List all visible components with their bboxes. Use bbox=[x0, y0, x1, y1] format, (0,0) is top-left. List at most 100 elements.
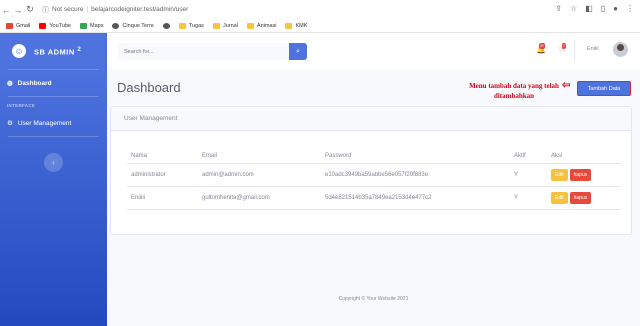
chevron-left-icon: ‹ bbox=[52, 158, 55, 167]
table-row: Eniiiii gultomhenita@gmail.com 5d4e82151… bbox=[127, 186, 620, 210]
not-secure-icon: ⓘ bbox=[42, 6, 49, 14]
bookmark-label: KMK bbox=[295, 22, 308, 29]
card-title: User Management bbox=[111, 107, 631, 131]
cell-password: e10adc3949ba59abbe56e057f20f883e bbox=[321, 163, 510, 187]
youtube-icon bbox=[39, 22, 47, 29]
table-header-row: Nama Email Password Aktif Aksi bbox=[127, 149, 620, 164]
cell-email: admin@admin.com bbox=[198, 163, 321, 187]
user-name[interactable]: Eniiii bbox=[587, 46, 599, 52]
cell-email: gultomhenita@gmail.com bbox=[198, 186, 321, 210]
add-data-button[interactable]: Tambah Data bbox=[577, 81, 631, 96]
profile-icon[interactable]: ● bbox=[613, 4, 618, 13]
cell-aktif: Y bbox=[510, 186, 547, 210]
cell-aktif: Y bbox=[510, 163, 547, 187]
sidebar-item-label: User Management bbox=[17, 119, 72, 127]
bookmark-jurnal[interactable]: Jurnal bbox=[212, 22, 238, 29]
brand-text: SB ADMIN 2 bbox=[34, 46, 81, 57]
column-header: Nama bbox=[127, 149, 198, 164]
sidebar-divider bbox=[8, 136, 99, 137]
sidebar-item-user-management[interactable]: ⚙ User Management bbox=[0, 110, 107, 136]
sidebar: ☺ SB ADMIN 2 ◍ Dashboard INTERFACE ⚙ Use… bbox=[0, 33, 107, 326]
bookmark-cinque-terre[interactable]: Cinque Terre bbox=[112, 22, 154, 29]
alerts-dropdown[interactable]: 🔔 3+ bbox=[536, 43, 546, 55]
bookmark-label: Jurnal bbox=[222, 22, 238, 29]
delete-button[interactable]: hapus bbox=[569, 191, 592, 204]
bookmark-tugas[interactable]: Tugas bbox=[178, 22, 204, 29]
topbar-divider bbox=[574, 41, 575, 61]
bookmark-kmk[interactable]: KMK bbox=[285, 22, 308, 29]
bookmark-globe[interactable] bbox=[162, 22, 170, 29]
address-bar[interactable]: ⓘ Not secure | belajarcodeigniter.test/a… bbox=[42, 5, 188, 15]
brand-version: 2 bbox=[77, 45, 82, 53]
url-text[interactable]: belajarcodeigniter.test/admin/user bbox=[91, 6, 188, 13]
search-input[interactable] bbox=[118, 43, 289, 60]
sidebar-brand[interactable]: ☺ SB ADMIN 2 bbox=[0, 33, 107, 69]
users-table: Nama Email Password Aktif Aksi administr… bbox=[127, 149, 620, 210]
topbar-icons: 🔔 3+ ✉ 7 bbox=[536, 43, 569, 55]
cell-aksi: Edit hapus bbox=[547, 163, 620, 187]
main-content: Dashboard Menu tambah data yang telah di… bbox=[107, 69, 640, 326]
edit-button[interactable]: Edit bbox=[551, 191, 568, 204]
search-icon: ⌕ bbox=[296, 47, 300, 55]
sidebar-item-dashboard[interactable]: ◍ Dashboard bbox=[0, 70, 107, 96]
star-icon[interactable]: ☆ bbox=[570, 4, 577, 13]
browser-toolbar: ← → ↻ ⓘ Not secure | belajarcodeigniter.… bbox=[0, 0, 640, 19]
maps-icon bbox=[80, 22, 87, 29]
bookmark-gmail[interactable]: Gmail bbox=[6, 22, 31, 29]
gmail-icon bbox=[6, 22, 13, 29]
globe-icon bbox=[112, 22, 120, 29]
search-button[interactable]: ⌕ bbox=[289, 43, 307, 60]
sidepanel-icon[interactable]: ▯ bbox=[601, 4, 605, 13]
bookmark-label: Cinque Terre bbox=[122, 22, 154, 29]
globe-icon bbox=[162, 22, 170, 29]
sidebar-item-label: Dashboard bbox=[17, 79, 52, 87]
delete-button[interactable]: hapus bbox=[569, 168, 592, 181]
folder-icon bbox=[246, 22, 254, 29]
cell-nama: Eniiiii bbox=[127, 186, 198, 210]
brand-name: SB ADMIN bbox=[34, 47, 75, 57]
extensions-icon[interactable]: ◧ bbox=[585, 4, 593, 13]
search-form: ⌕ bbox=[118, 43, 307, 60]
folder-icon bbox=[178, 22, 186, 29]
bookmark-label: YouTube bbox=[49, 22, 71, 29]
laugh-wink-icon: ☺ bbox=[10, 42, 28, 60]
security-label: Not secure bbox=[52, 6, 84, 13]
address-separator: | bbox=[86, 6, 89, 13]
bookmark-animasi[interactable]: Animasi bbox=[246, 22, 277, 29]
bookmarks-bar: Gmail YouTube Maps Cinque Terre Tugas Ju… bbox=[0, 19, 640, 33]
bookmark-youtube[interactable]: YouTube bbox=[39, 22, 71, 29]
cell-password: 5d4e821514b35a7849ea2153d4e477c2 bbox=[321, 186, 510, 210]
cell-aksi: Edit hapus bbox=[547, 186, 620, 210]
menu-icon[interactable]: ⋮ bbox=[626, 4, 634, 13]
avatar[interactable] bbox=[613, 42, 628, 57]
arrow-left-icon: ⇦ bbox=[562, 80, 571, 91]
user-management-card: User Management Nama Email Password Akti… bbox=[110, 106, 632, 235]
share-icon[interactable]: ⇪ bbox=[555, 4, 562, 13]
sidebar-toggle-button[interactable]: ‹ bbox=[44, 153, 63, 172]
bookmark-label: Maps bbox=[90, 22, 104, 29]
folder-icon bbox=[212, 22, 220, 29]
reload-icon[interactable]: ↻ bbox=[24, 4, 36, 15]
annotation-note: Menu tambah data yang telah ditambahkan bbox=[469, 82, 559, 100]
cell-nama: administrator bbox=[127, 163, 198, 187]
bookmark-label: Tugas bbox=[188, 22, 204, 29]
bookmark-label: Animasi bbox=[256, 22, 277, 29]
messages-dropdown[interactable]: ✉ 7 bbox=[559, 43, 569, 55]
footer-copyright: Copyright © Your Website 2021 bbox=[338, 296, 409, 302]
forward-icon[interactable]: → bbox=[12, 5, 24, 15]
bookmark-maps[interactable]: Maps bbox=[80, 22, 104, 29]
bookmark-label: Gmail bbox=[16, 22, 31, 29]
topbar: ⌕ 🔔 3+ ✉ 7 Eniiii bbox=[107, 33, 640, 69]
page-title: Dashboard bbox=[117, 80, 181, 95]
table-row: administrator admin@admin.com e10adc3949… bbox=[127, 163, 620, 187]
column-header: Password bbox=[321, 149, 510, 164]
column-header: Aksi bbox=[547, 149, 620, 164]
alerts-badge: 3+ bbox=[539, 43, 545, 49]
browser-actions: ⇪ ☆ ◧ ▯ ● ⋮ bbox=[555, 4, 634, 13]
tachometer-icon: ◍ bbox=[7, 80, 13, 87]
sidebar-heading: INTERFACE bbox=[7, 103, 36, 108]
column-header: Aktif bbox=[510, 149, 547, 164]
column-header: Email bbox=[198, 149, 321, 164]
back-icon[interactable]: ← bbox=[0, 5, 12, 15]
edit-button[interactable]: Edit bbox=[551, 168, 568, 181]
